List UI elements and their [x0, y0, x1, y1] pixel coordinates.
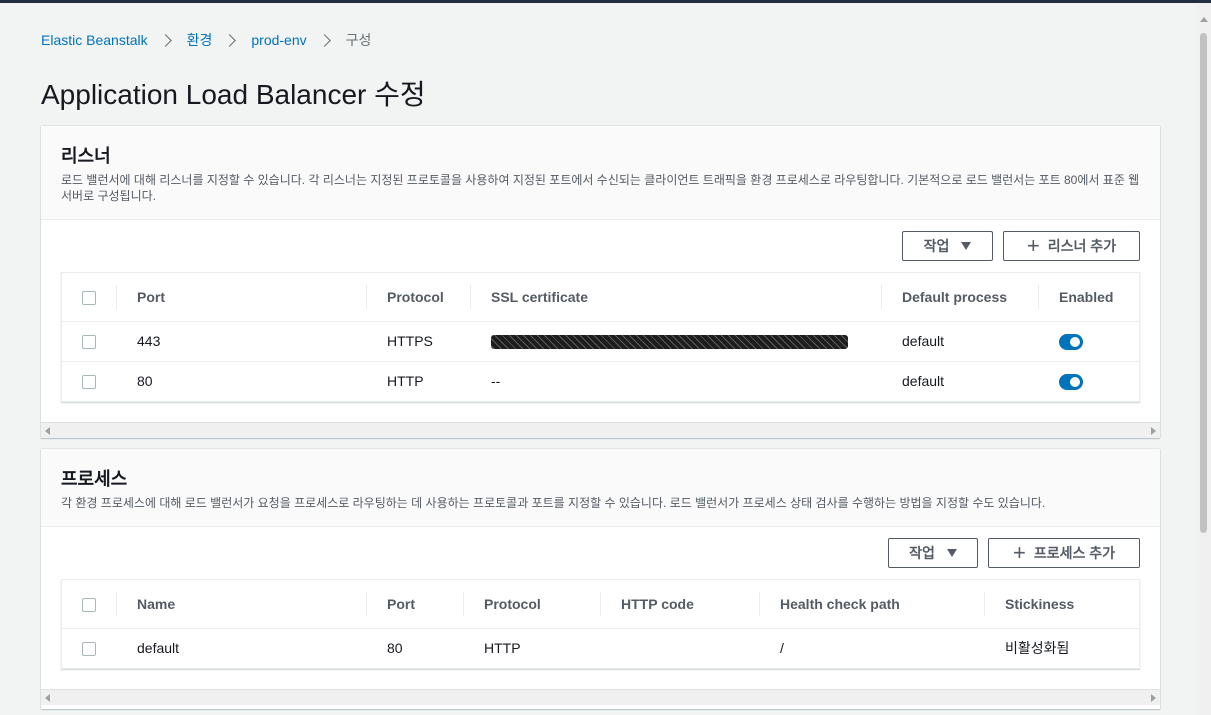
- listeners-title: 리스너: [61, 146, 111, 166]
- row-select-cell: [62, 361, 117, 401]
- breadcrumb-elastic-beanstalk[interactable]: Elastic Beanstalk: [41, 32, 148, 48]
- table-row: 443 HTTPS default: [62, 321, 1139, 362]
- column-header-name[interactable]: Name: [117, 580, 367, 629]
- processes-title: 프로세스: [61, 469, 128, 489]
- row-checkbox[interactable]: [82, 642, 96, 657]
- listeners-actions-button[interactable]: 작업: [902, 231, 993, 261]
- column-header-http-code[interactable]: HTTP code: [601, 580, 760, 629]
- caret-down-icon: [961, 242, 972, 250]
- chevron-right-icon: [158, 33, 172, 47]
- listeners-toolbar: 작업 + 리스너 추가: [902, 231, 1140, 261]
- select-all-checkbox[interactable]: [82, 597, 96, 612]
- processes-table: Name Port Protocol HTTP code Health chec…: [61, 579, 1140, 669]
- select-all-cell: [62, 273, 117, 322]
- table-row: default 80 HTTP / 비활성화됨: [62, 628, 1139, 668]
- row-select-cell: [62, 321, 117, 362]
- enabled-toggle[interactable]: [1059, 373, 1083, 390]
- column-header-port[interactable]: Port: [117, 273, 367, 322]
- cell-name: default: [137, 640, 180, 657]
- cell-ssl: --: [491, 373, 501, 390]
- column-header-protocol[interactable]: Protocol: [367, 273, 471, 322]
- actions-label: 작업: [909, 545, 935, 561]
- breadcrumb-prod-env[interactable]: prod-env: [251, 32, 306, 48]
- cell-enabled: [1039, 321, 1139, 362]
- enabled-toggle[interactable]: [1059, 333, 1083, 350]
- cell-enabled: [1039, 361, 1139, 401]
- listeners-description: 로드 밸런서에 대해 리스너를 지정할 수 있습니다. 각 리스너는 지정된 프…: [61, 173, 1140, 203]
- horizontal-scrollbar[interactable]: [41, 422, 1160, 438]
- column-header-stickiness[interactable]: Stickiness: [985, 580, 1139, 629]
- scroll-right-icon[interactable]: [1151, 694, 1156, 702]
- cell-http-code: [601, 628, 760, 668]
- row-checkbox[interactable]: [82, 375, 96, 390]
- add-listener-button[interactable]: + 리스너 추가: [1003, 231, 1140, 261]
- processes-toolbar: 작업 + 프로세스 추가: [888, 538, 1140, 568]
- scroll-left-icon[interactable]: [45, 694, 50, 702]
- chevron-right-icon: [223, 33, 237, 47]
- column-header-default-process[interactable]: Default process: [882, 273, 1039, 322]
- cell-protocol: HTTP: [484, 640, 521, 657]
- caret-down-icon: [946, 549, 957, 557]
- breadcrumb-environments[interactable]: 환경: [187, 30, 213, 50]
- cell-process: default: [902, 373, 945, 390]
- listeners-panel: 리스너 로드 밸런서에 대해 리스너를 지정할 수 있습니다. 각 리스너는 지…: [41, 126, 1160, 438]
- processes-panel: 프로세스 각 환경 프로세스에 대해 로드 밸런서가 요청을 프로세스로 라우팅…: [41, 449, 1160, 709]
- processes-header: 프로세스 각 환경 프로세스에 대해 로드 밸런서가 요청을 프로세스로 라우팅…: [41, 449, 1160, 527]
- breadcrumb: Elastic Beanstalk 환경 prod-env 구성: [41, 30, 371, 50]
- horizontal-scrollbar[interactable]: [41, 689, 1160, 705]
- breadcrumb-current: 구성: [345, 32, 372, 48]
- row-checkbox[interactable]: [82, 335, 96, 350]
- processes-description: 각 환경 프로세스에 대해 로드 밸런서가 요청을 프로세스로 라우팅하는 데 …: [61, 496, 1046, 510]
- cell-stickiness: 비활성화됨: [1005, 640, 1070, 657]
- listeners-header: 리스너 로드 밸런서에 대해 리스너를 지정할 수 있습니다. 각 리스너는 지…: [41, 126, 1160, 220]
- row-select-cell: [62, 628, 117, 668]
- scroll-up-icon[interactable]: [1200, 17, 1208, 22]
- column-header-protocol[interactable]: Protocol: [464, 580, 601, 629]
- redacted-certificate: [491, 335, 848, 350]
- scroll-right-icon[interactable]: [1151, 427, 1156, 435]
- actions-label: 작업: [923, 238, 950, 254]
- scroll-left-icon[interactable]: [45, 427, 50, 435]
- processes-actions-button[interactable]: 작업: [888, 538, 978, 568]
- column-header-health-check-path[interactable]: Health check path: [760, 580, 985, 629]
- cell-ssl: [471, 321, 882, 362]
- select-all-checkbox[interactable]: [82, 290, 96, 305]
- cell-health-check-path: /: [780, 640, 784, 657]
- cell-port: 80: [387, 640, 403, 657]
- column-header-enabled[interactable]: Enabled: [1039, 273, 1139, 322]
- select-all-cell: [62, 580, 117, 629]
- cell-protocol: HTTPS: [367, 321, 471, 362]
- table-row: 80 HTTP -- default: [62, 361, 1139, 401]
- table-header-row: Port Protocol SSL certificate Default pr…: [62, 273, 1139, 322]
- scrollbar-thumb[interactable]: [1200, 33, 1207, 533]
- plus-icon: +: [1012, 540, 1026, 565]
- cell-process: default: [882, 321, 1039, 362]
- cell-protocol: HTTP: [387, 373, 424, 390]
- add-process-button[interactable]: + 프로세스 추가: [988, 538, 1140, 568]
- plus-icon: +: [1026, 233, 1040, 258]
- column-header-ssl[interactable]: SSL certificate: [471, 273, 882, 322]
- add-listener-label: 리스너 추가: [1047, 238, 1117, 254]
- column-header-port[interactable]: Port: [367, 580, 464, 629]
- cell-port: 80: [137, 373, 153, 390]
- page: Elastic Beanstalk 환경 prod-env 구성 Applica…: [0, 3, 1196, 715]
- cell-port: 443: [117, 321, 367, 362]
- chevron-right-icon: [317, 33, 331, 47]
- page-title: Application Load Balancer 수정: [41, 79, 426, 110]
- vertical-scrollbar[interactable]: [1196, 3, 1211, 715]
- listeners-table: Port Protocol SSL certificate Default pr…: [61, 272, 1140, 402]
- add-process-label: 프로세스 추가: [1033, 545, 1116, 561]
- table-header-row: Name Port Protocol HTTP code Health chec…: [62, 580, 1139, 629]
